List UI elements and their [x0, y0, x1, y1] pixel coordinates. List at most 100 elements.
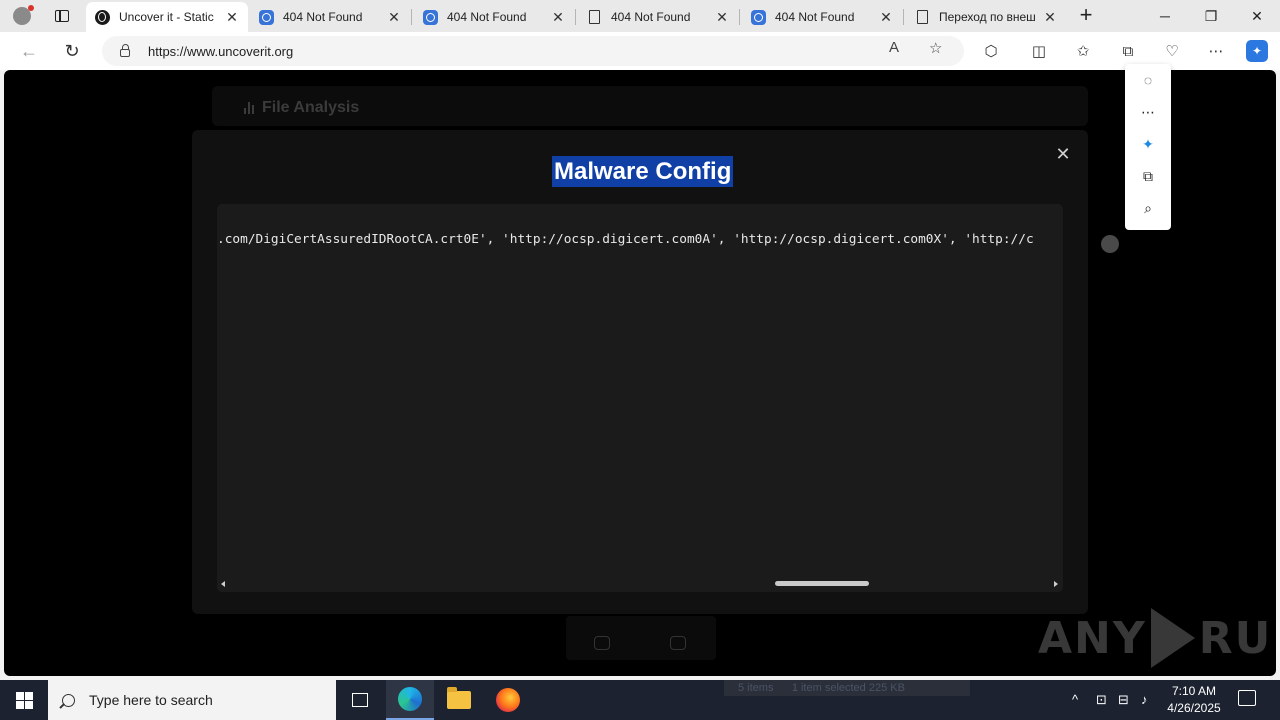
system-clock[interactable]: 7:10 AM 4/26/2025 — [1164, 683, 1224, 717]
footer-social-bar — [566, 616, 716, 660]
instagram-icon[interactable] — [670, 636, 686, 650]
copy-icon[interactable]: ⧉ — [1125, 160, 1171, 192]
tab-separator — [903, 9, 904, 25]
tab-title: 404 Not Found — [611, 10, 691, 24]
volume-icon[interactable]: ♪ — [1141, 692, 1148, 707]
split-screen-icon[interactable]: ◫ — [1028, 40, 1050, 62]
edge-icon — [398, 687, 422, 711]
scroll-right-arrow[interactable] — [1054, 581, 1058, 587]
taskbar-search[interactable]: Type here to search — [48, 680, 336, 720]
copilot-icon[interactable]: ✦ — [1246, 40, 1268, 62]
file-analysis-title: File Analysis — [262, 99, 360, 116]
bar-chart-icon — [244, 102, 254, 114]
taskbar: Type here to search ^ ⊡ ⊟ ♪ 7:10 AM 4/26… — [0, 680, 1280, 720]
selection-mini-menu: ◌ ⋯ ✦ ⧉ ⌕ — [1125, 64, 1171, 230]
tab-404-3[interactable]: 404 Not Found ✕ — [578, 2, 738, 32]
tab-close-icon[interactable]: ✕ — [878, 9, 894, 26]
page-viewport: File Analysis Malware Config ✕ .com/Digi… — [4, 70, 1276, 676]
document-icon — [914, 9, 930, 25]
tab-uncover[interactable]: Uncover it - Static ✕ — [86, 2, 248, 32]
tab-title: 404 Not Found — [283, 10, 363, 24]
tab-close-icon[interactable]: ✕ — [714, 9, 730, 26]
tab-title: Переход по внеш — [939, 10, 1036, 24]
folder-icon — [447, 687, 471, 709]
discord-icon[interactable] — [594, 636, 610, 650]
refresh-button[interactable]: ↻ — [57, 36, 87, 66]
shield-icon — [750, 9, 766, 25]
network-device-icon[interactable]: ⊡ — [1096, 692, 1107, 708]
file-analysis-heading: File Analysis — [244, 99, 359, 117]
network-icon[interactable]: ⊟ — [1118, 692, 1129, 708]
notification-dot — [28, 5, 34, 11]
restore-button[interactable]: ❐ — [1188, 0, 1234, 32]
scrollbar-thumb[interactable] — [775, 581, 869, 586]
tab-title: 404 Not Found — [447, 10, 527, 24]
modal-title: Malware Config — [552, 156, 734, 187]
read-aloud-icon[interactable]: A — [889, 39, 899, 56]
tab-separator — [411, 9, 412, 25]
tab-404-2[interactable]: 404 Not Found ✕ — [414, 2, 574, 32]
config-code-box[interactable]: .com/DigiCertAssuredIDRootCA.crt0E', 'ht… — [217, 204, 1063, 592]
browser-toolbar: ← ↻ https://www.uncoverit.org A ☆ ⬡ ◫ ✩ … — [0, 32, 1280, 70]
back-button[interactable]: ← — [14, 36, 44, 66]
notification-center-icon[interactable] — [1238, 690, 1256, 706]
start-button[interactable] — [0, 680, 48, 720]
tab-actions-icon — [55, 10, 69, 22]
horizontal-scrollbar[interactable] — [217, 576, 1063, 592]
extensions-icon[interactable]: ⬡ — [980, 40, 1002, 62]
copilot-icon[interactable]: ✦ — [1125, 128, 1171, 160]
anyrun-watermark: ANY RUN — [1038, 608, 1280, 668]
explorer-items-count: 5 items — [738, 682, 774, 694]
clock-date: 4/26/2025 — [1167, 701, 1221, 715]
taskbar-firefox[interactable] — [484, 680, 532, 720]
settings-more-icon[interactable]: ⋯ — [1205, 40, 1227, 62]
taskbar-file-explorer[interactable] — [435, 680, 483, 720]
tab-actions-button[interactable] — [44, 0, 80, 32]
explorer-status-bar: 5 items 1 item selected 225 KB — [724, 680, 970, 696]
watermark-left-text: ANY — [1038, 612, 1147, 664]
scroll-left-arrow[interactable] — [221, 581, 225, 587]
minimize-button[interactable]: ─ — [1142, 0, 1188, 32]
tab-close-icon[interactable]: ✕ — [386, 9, 402, 26]
config-code-line: .com/DigiCertAssuredIDRootCA.crt0E', 'ht… — [217, 232, 1034, 247]
tab-separator — [739, 9, 740, 25]
task-view-button[interactable] — [336, 680, 384, 720]
tab-close-icon[interactable]: ✕ — [550, 9, 566, 26]
search-placeholder: Type here to search — [89, 692, 213, 708]
collections-icon[interactable]: ⧉ — [1117, 40, 1139, 62]
document-icon — [586, 9, 602, 25]
play-icon — [1150, 608, 1195, 668]
favorite-star-icon[interactable]: ☆ — [929, 39, 942, 57]
search-icon[interactable]: ⌕ — [1125, 192, 1171, 224]
search-icon — [62, 693, 75, 707]
watermark-right-text: RUN — [1198, 612, 1280, 664]
lock-icon[interactable] — [120, 44, 130, 57]
address-bar[interactable]: https://www.uncoverit.org — [102, 36, 964, 66]
firefox-icon — [496, 688, 520, 712]
browser-essentials-icon[interactable]: ♡ — [1161, 40, 1183, 62]
tab-close-icon[interactable]: ✕ — [1042, 9, 1058, 26]
close-window-button[interactable]: ✕ — [1234, 0, 1280, 32]
tab-404-4[interactable]: 404 Not Found ✕ — [742, 2, 902, 32]
tab-external-link[interactable]: Переход по внеш ✕ — [906, 2, 1066, 32]
url-text: https://www.uncoverit.org — [148, 43, 294, 59]
explorer-selection-info: 1 item selected 225 KB — [791, 682, 905, 694]
tab-404-1[interactable]: 404 Not Found ✕ — [250, 2, 410, 32]
cursor-dot — [1101, 235, 1119, 253]
new-tab-button[interactable]: + — [1072, 4, 1100, 28]
modal-close-icon[interactable]: ✕ — [1055, 145, 1071, 163]
tab-title: Uncover it - Static — [119, 10, 214, 24]
show-hidden-icons[interactable]: ^ — [1072, 692, 1078, 707]
more-options-icon[interactable]: ⋯ — [1125, 96, 1171, 128]
uncover-icon — [94, 9, 110, 25]
tab-separator — [575, 9, 576, 25]
hide-menu-icon[interactable]: ◌ — [1125, 64, 1171, 96]
task-view-icon — [352, 693, 368, 707]
favorites-icon[interactable]: ✩ — [1072, 40, 1094, 62]
taskbar-edge[interactable] — [386, 680, 434, 720]
shield-icon — [258, 9, 274, 25]
profile-button[interactable] — [0, 0, 44, 32]
tab-close-icon[interactable]: ✕ — [224, 9, 240, 26]
shield-icon — [422, 9, 438, 25]
windows-logo-icon — [15, 691, 33, 709]
